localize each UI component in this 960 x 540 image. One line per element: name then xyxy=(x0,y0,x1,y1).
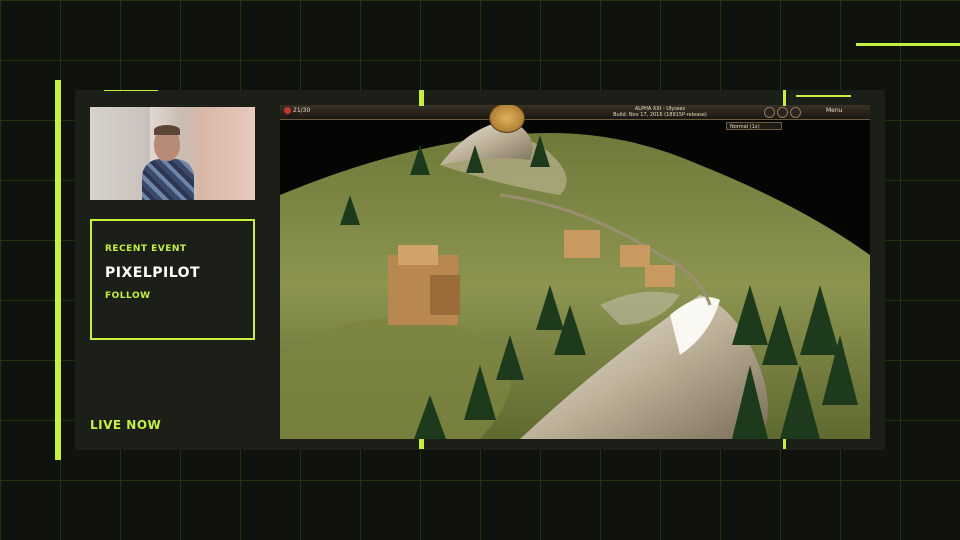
recent-event-label: RECENT EVENT xyxy=(105,244,187,254)
webcam-feed xyxy=(90,107,255,200)
screen-tick-bottom-right xyxy=(783,439,786,449)
streamer-name: PIXELPILOT xyxy=(105,265,201,281)
screen-tick-top-left xyxy=(419,90,424,106)
accent-line-top-right xyxy=(796,95,851,97)
accent-bar-left xyxy=(55,80,61,460)
accent-bar-top-right xyxy=(856,43,960,46)
population-count: 21/30 xyxy=(293,107,311,114)
clock-icon[interactable] xyxy=(764,107,775,118)
menu-button[interactable]: Menu xyxy=(826,107,842,114)
game-speed-select[interactable]: Normal (1x) xyxy=(726,122,782,130)
game-terrain xyxy=(280,105,870,439)
game-screen[interactable]: 21/30 ALPHA XXI - Ulysses Build: Nov 17,… xyxy=(280,105,870,439)
accent-line-top xyxy=(104,90,158,91)
speed-icon[interactable] xyxy=(790,107,801,118)
screen-tick-bottom-left xyxy=(419,439,424,449)
game-top-bar: 21/30 ALPHA XXI - Ulysses Build: Nov 17,… xyxy=(280,105,870,120)
screen-tick-top-right xyxy=(783,90,786,106)
recent-event-box: RECENT EVENT PIXELPILOT FOLLOW xyxy=(90,219,255,340)
population-display: 21/30 xyxy=(284,107,310,114)
follow-label: FOLLOW xyxy=(105,291,151,301)
live-now-label: LIVE NOW xyxy=(90,418,162,432)
gear-icon[interactable] xyxy=(777,107,788,118)
game-version-info: ALPHA XXI - Ulysses Build: Nov 17, 2016 … xyxy=(600,106,720,118)
population-icon xyxy=(284,107,291,114)
build-line: Build: Nov 17, 2016 (18915P-release) xyxy=(613,112,707,118)
